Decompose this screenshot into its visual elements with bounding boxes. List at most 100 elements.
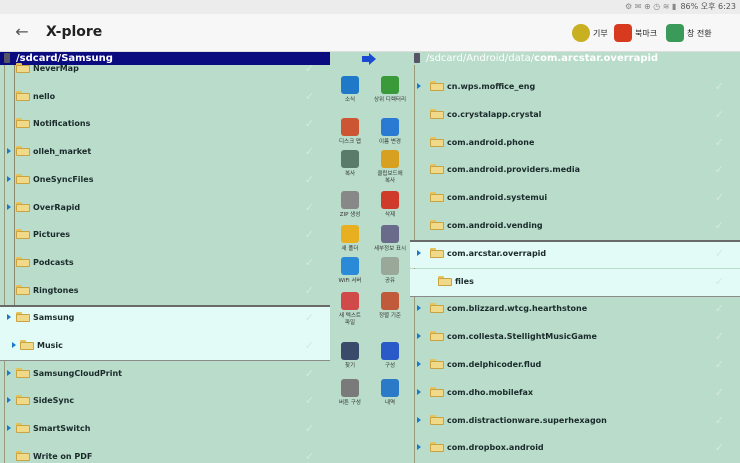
- expand-arrow-icon[interactable]: [7, 425, 11, 432]
- list-item[interactable]: com.collesta.StellightMusicGame ✓: [410, 324, 740, 352]
- list-item[interactable]: com.dho.mobilefax ✓: [410, 380, 740, 408]
- checkbox-icon[interactable]: ✓: [715, 302, 724, 315]
- new-folder-button[interactable]: 새 폴더: [330, 225, 370, 253]
- list-item[interactable]: Notifications ✓: [0, 111, 330, 139]
- button-config-button[interactable]: 버튼 구성: [330, 379, 370, 407]
- list-item[interactable]: olleh_market ✓: [0, 139, 330, 167]
- list-item[interactable]: com.android.vending ✓: [410, 213, 740, 241]
- item-name: com.dropbox.android: [447, 443, 544, 453]
- folder-icon: [16, 450, 30, 461]
- list-item[interactable]: com.blizzard.wtcg.hearthstone ✓: [410, 296, 740, 324]
- checkbox-icon[interactable]: ✓: [715, 330, 724, 343]
- item-name: com.dho.mobilefax: [447, 387, 534, 397]
- folder-icon: [430, 414, 444, 425]
- list-item[interactable]: Ringtones ✓: [0, 278, 330, 306]
- checkbox-icon[interactable]: ✓: [305, 62, 314, 75]
- checkbox-icon[interactable]: ✓: [305, 201, 314, 214]
- expand-arrow-icon[interactable]: [7, 175, 11, 182]
- checkbox-icon[interactable]: ✓: [305, 450, 314, 463]
- checkbox-icon[interactable]: ✓: [715, 108, 724, 121]
- checkbox-icon[interactable]: ✓: [715, 358, 724, 371]
- search-button[interactable]: 찾기: [330, 342, 370, 370]
- list-item[interactable]: OverRapid ✓: [0, 195, 330, 223]
- checkbox-icon[interactable]: ✓: [305, 394, 314, 407]
- expand-arrow-icon[interactable]: [417, 83, 421, 89]
- expand-arrow-icon[interactable]: [417, 333, 421, 340]
- rename-button[interactable]: 이름 변경: [370, 118, 410, 146]
- up-arrow-button[interactable]: 상위 디렉터리: [370, 76, 410, 104]
- checkbox-icon[interactable]: ✓: [715, 80, 724, 93]
- checkbox-icon[interactable]: ✓: [715, 163, 724, 176]
- wifi-button[interactable]: WiFi 서버: [330, 257, 370, 285]
- list-item[interactable]: cn.wps.moffice_eng ✓: [410, 74, 740, 102]
- checkbox-icon[interactable]: ✓: [305, 256, 314, 269]
- expand-arrow-icon[interactable]: [7, 397, 11, 404]
- list-item[interactable]: NeverMap ✓: [0, 56, 330, 84]
- list-item[interactable]: com.android.systemui ✓: [410, 185, 740, 213]
- share-button[interactable]: 공유: [370, 257, 410, 285]
- item-name: OverRapid: [33, 202, 81, 212]
- list-item[interactable]: SmartSwitch ✓: [0, 416, 330, 444]
- selection-frame: [0, 305, 330, 361]
- expand-arrow-icon[interactable]: [417, 305, 421, 312]
- list-item[interactable]: Podcasts ✓: [0, 250, 330, 278]
- item-name: com.collesta.StellightMusicGame: [447, 332, 597, 342]
- list-item[interactable]: com.android.phone ✓: [410, 130, 740, 158]
- tool-label: 이름 변경: [379, 139, 401, 145]
- delete-button[interactable]: 삭제: [370, 191, 410, 219]
- expand-arrow-icon[interactable]: [7, 369, 11, 376]
- expand-arrow-icon[interactable]: [417, 416, 421, 423]
- info-button[interactable]: 소식: [330, 76, 370, 104]
- expand-arrow-icon[interactable]: [417, 361, 421, 367]
- disk-map-button[interactable]: 디스크 맵: [330, 118, 370, 146]
- expand-arrow-icon[interactable]: [7, 203, 11, 210]
- zip-button[interactable]: ZIP 생성: [330, 191, 370, 219]
- new-text-file-button[interactable]: 새 텍스트 파일: [330, 292, 370, 327]
- list-item[interactable]: com.android.providers.media ✓: [410, 157, 740, 185]
- checkbox-icon[interactable]: ✓: [305, 228, 314, 241]
- expand-arrow-icon[interactable]: [417, 388, 421, 395]
- right-pane[interactable]: /sdcard/Android/data/com.arcstar.overrap…: [410, 52, 740, 463]
- checkbox-icon[interactable]: ✓: [715, 219, 724, 232]
- copy-direction-arrow[interactable]: [330, 52, 410, 65]
- list-item[interactable]: SideSync ✓: [0, 388, 330, 416]
- list-item[interactable]: Write on PDF ✓: [0, 444, 330, 463]
- right-path-bar[interactable]: /sdcard/Android/data/com.arcstar.overrap…: [410, 52, 740, 65]
- checkbox-icon[interactable]: ✓: [715, 136, 724, 149]
- expand-arrow-icon[interactable]: [7, 148, 11, 155]
- checkbox-icon[interactable]: ✓: [305, 284, 314, 297]
- history-button[interactable]: 내역: [370, 379, 410, 407]
- list-item[interactable]: SamsungCloudPrint ✓: [0, 361, 330, 389]
- folder-icon: [16, 63, 30, 73]
- settings-button[interactable]: 구성: [370, 342, 410, 370]
- list-item[interactable]: Pictures ✓: [0, 222, 330, 250]
- delete-icon: [381, 191, 399, 209]
- checkbox-icon[interactable]: ✓: [715, 386, 724, 399]
- left-pane[interactable]: /sdcard/Samsung NeverMap ✓ nello ✓ Notificat…: [0, 52, 330, 463]
- folder-icon: [430, 331, 444, 342]
- checkbox-icon[interactable]: ✓: [305, 422, 314, 435]
- back-arrow-icon[interactable]: ←: [12, 22, 32, 42]
- copy-button[interactable]: 복사: [330, 150, 370, 178]
- list-item[interactable]: nello ✓: [0, 84, 330, 112]
- expand-arrow-icon[interactable]: [417, 444, 421, 451]
- checkbox-icon[interactable]: ✓: [305, 117, 314, 130]
- list-item[interactable]: com.delphicoder.flud ✓: [410, 352, 740, 380]
- checkbox-icon[interactable]: ✓: [305, 367, 314, 380]
- list-item[interactable]: com.distractionware.superhexagon ✓: [410, 408, 740, 436]
- bookmark-button[interactable]: 북마크: [614, 22, 657, 44]
- checkbox-icon[interactable]: ✓: [305, 145, 314, 158]
- clipboard-button[interactable]: 클립보드에 복사: [370, 150, 410, 185]
- list-item[interactable]: com.dropbox.android ✓: [410, 435, 740, 463]
- checkbox-icon[interactable]: ✓: [305, 90, 314, 103]
- checkbox-icon[interactable]: ✓: [715, 441, 724, 454]
- window-switch-button[interactable]: 창 전환: [666, 22, 712, 44]
- checkbox-icon[interactable]: ✓: [715, 191, 724, 204]
- checkbox-icon[interactable]: ✓: [715, 414, 724, 427]
- details-button[interactable]: 세부정보 표시: [370, 225, 410, 253]
- list-item[interactable]: co.crystalapp.crystal ✓: [410, 102, 740, 130]
- list-item[interactable]: OneSyncFiles ✓: [0, 167, 330, 195]
- sort-button[interactable]: 정렬 기준: [370, 292, 410, 320]
- checkbox-icon[interactable]: ✓: [305, 173, 314, 186]
- donate-button[interactable]: 기부: [572, 22, 608, 44]
